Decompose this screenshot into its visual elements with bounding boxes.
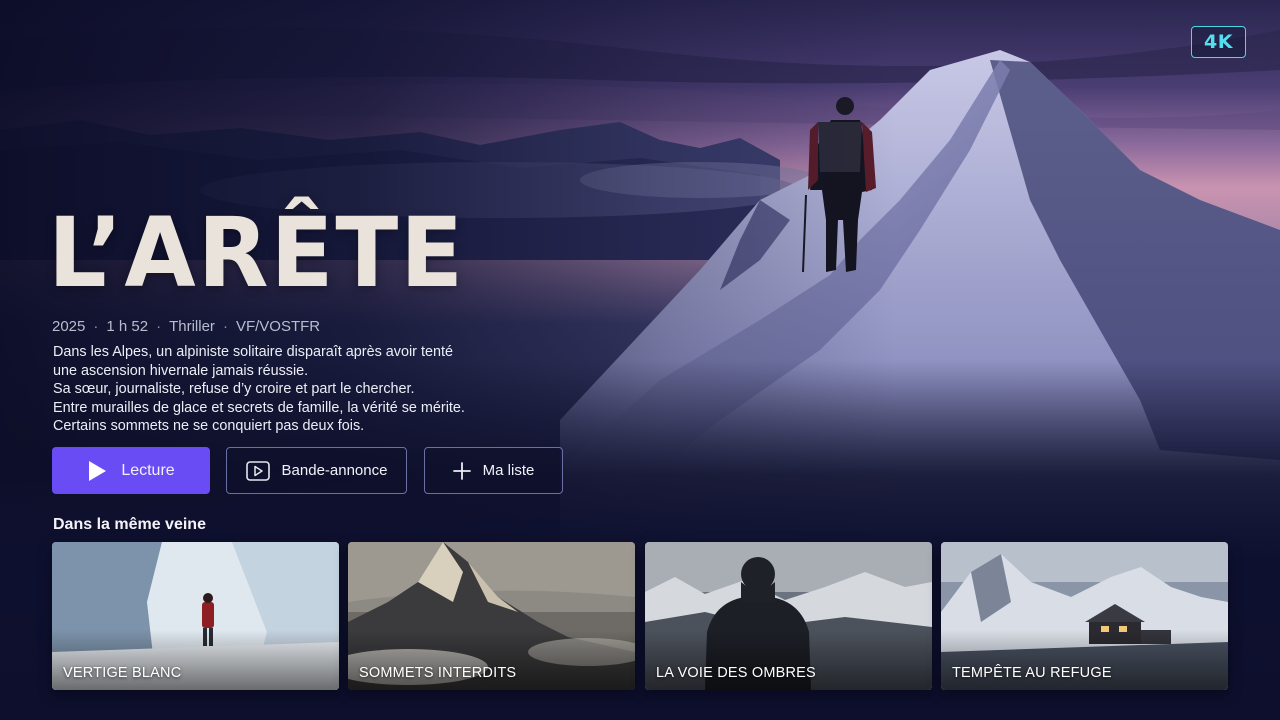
card-fade bbox=[52, 630, 339, 690]
synopsis-line: Entre murailles de glace et secrets de f… bbox=[53, 399, 465, 416]
card-title: VERTIGE BLANC bbox=[63, 665, 182, 681]
title-card[interactable]: LA VOIE DES OMBRES bbox=[645, 542, 932, 690]
meta-audio: VF/VOSTFR bbox=[235, 317, 321, 335]
meta-separator: · bbox=[222, 317, 228, 335]
add-to-list-button[interactable]: Ma liste bbox=[424, 447, 563, 494]
card-fade bbox=[348, 630, 635, 690]
row-title: Dans la même veine bbox=[53, 516, 206, 533]
quality-badge: 4K bbox=[1191, 26, 1246, 58]
title-card[interactable]: SOMMETS INTERDITS bbox=[348, 542, 635, 690]
trailer-icon bbox=[245, 460, 270, 481]
play-button-label: Lecture bbox=[121, 461, 175, 479]
card-title: SOMMETS INTERDITS bbox=[359, 665, 517, 681]
movie-synopsis: Dans les Alpes, un alpiniste solitaire d… bbox=[53, 343, 493, 436]
trailer-button[interactable]: Bande-annonce bbox=[226, 447, 407, 494]
card-fade bbox=[941, 630, 1228, 690]
meta-separator: · bbox=[93, 317, 99, 335]
movie-meta: 2025 · 1 h 52 · Thriller · VF/VOSTFR bbox=[52, 316, 320, 336]
card-title: TEMPÊTE AU REFUGE bbox=[952, 665, 1112, 681]
meta-year: 2025 bbox=[52, 317, 86, 335]
card-title: LA VOIE DES OMBRES bbox=[656, 665, 816, 681]
synopsis-line: une ascension hivernale jamais réussie. bbox=[53, 362, 309, 379]
trailer-button-label: Bande-annonce bbox=[281, 462, 388, 479]
card-fade bbox=[645, 630, 932, 690]
synopsis-line: Sa sœur, journaliste, refuse d’y croire … bbox=[53, 381, 415, 397]
title-card[interactable]: VERTIGE BLANC bbox=[52, 542, 339, 690]
play-icon bbox=[87, 460, 107, 482]
title-card[interactable]: TEMPÊTE AU REFUGE bbox=[941, 542, 1228, 690]
add-to-list-button-label: Ma liste bbox=[482, 462, 535, 479]
synopsis-line: Dans les Alpes, un alpiniste solitaire d… bbox=[53, 344, 453, 360]
play-button[interactable]: Lecture bbox=[52, 447, 210, 494]
meta-duration: 1 h 52 bbox=[106, 317, 149, 335]
meta-genre: Thriller bbox=[169, 317, 215, 335]
synopsis-line: Certains sommets ne se conquiert pas deu… bbox=[53, 418, 365, 434]
movie-title: L’ARÊTE bbox=[48, 197, 466, 309]
meta-separator: · bbox=[156, 317, 162, 335]
plus-icon bbox=[452, 461, 471, 480]
